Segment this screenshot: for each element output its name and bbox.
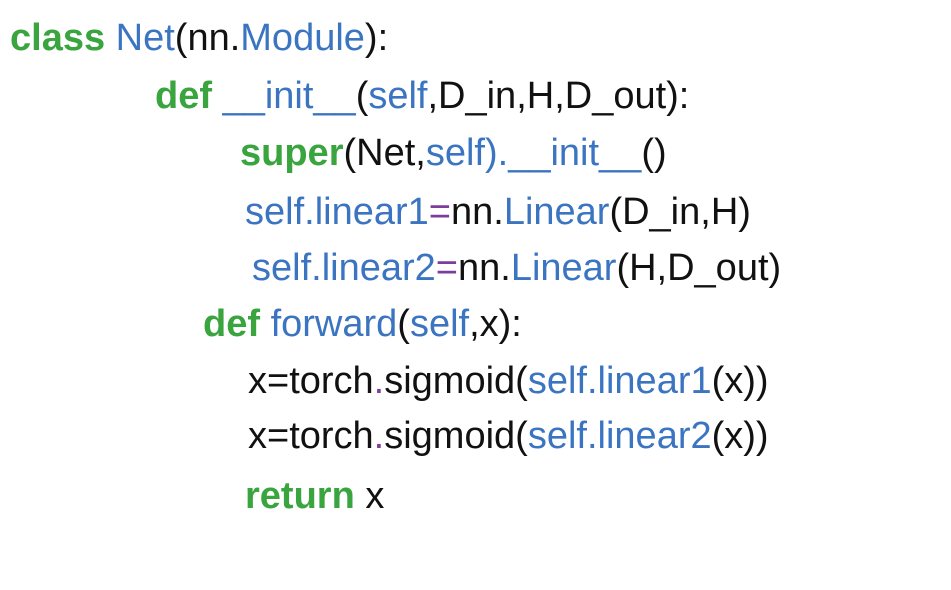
code-token-self-ref: self bbox=[409, 303, 470, 345]
code-token-code-text: sigmoid( bbox=[384, 360, 528, 402]
code-token-class-name: Linear bbox=[503, 191, 610, 233]
code-token-code-text: (D_in,H) bbox=[609, 191, 751, 233]
code-token-keyword: return bbox=[245, 475, 355, 517]
code-token-code-text: (H,D_out) bbox=[616, 247, 782, 289]
code-token-identifier: .linear1 bbox=[304, 191, 429, 233]
code-token-identifier: .linear1 bbox=[586, 360, 712, 402]
code-token-code-text: (x)) bbox=[711, 415, 769, 457]
code-token-code-text: (nn. bbox=[174, 17, 241, 59]
code-token-code-text: sigmoid( bbox=[384, 415, 528, 457]
code-token-class-name: Linear bbox=[510, 247, 617, 289]
code-token-self-ref: self bbox=[527, 415, 587, 457]
code-token-code-text bbox=[260, 303, 271, 345]
code-token-code-text: (x)) bbox=[711, 360, 769, 402]
code-token-identifier: forward bbox=[270, 303, 398, 345]
code-token-identifier: __init__ bbox=[222, 75, 356, 117]
code-token-class-name: Module bbox=[240, 17, 365, 59]
code-token-self-ref: self bbox=[368, 75, 428, 117]
code-line-sigmoid-linear2: x=torch.sigmoid(self.linear2(x)) bbox=[248, 414, 769, 458]
code-token-operator: . bbox=[373, 360, 385, 402]
code-token-identifier: .linear2 bbox=[586, 415, 712, 457]
code-line-linear1-assign: self.linear1=nn.Linear(D_in,H) bbox=[245, 190, 751, 234]
code-line-super-call: super(Net,self).__init__() bbox=[240, 131, 667, 175]
code-token-identifier: ).__init__ bbox=[484, 132, 642, 174]
code-token-code-text: () bbox=[641, 132, 667, 174]
code-token-code-text: ( bbox=[397, 303, 410, 345]
code-token-code-text: ,x): bbox=[469, 303, 522, 345]
code-token-code-text bbox=[105, 17, 116, 59]
code-token-code-text bbox=[212, 75, 223, 117]
code-token-self-ref: self bbox=[425, 132, 485, 174]
code-line-sigmoid-linear1: x=torch.sigmoid(self.linear1(x)) bbox=[248, 359, 769, 403]
code-token-self-ref: self bbox=[252, 247, 312, 289]
code-token-identifier: .linear2 bbox=[311, 247, 436, 289]
code-token-code-text: nn. bbox=[450, 191, 504, 233]
code-token-keyword: def bbox=[203, 303, 260, 345]
code-token-operator: = bbox=[428, 191, 451, 233]
code-token-self-ref: self bbox=[245, 191, 305, 233]
code-token-keyword: super bbox=[240, 132, 344, 174]
code-token-code-text: ): bbox=[364, 17, 389, 59]
code-token-code-text: (Net, bbox=[343, 132, 426, 174]
code-line-return: return x bbox=[245, 474, 384, 518]
code-token-code-text: ,D_in,H,D_out): bbox=[427, 75, 690, 117]
code-snippet: class Net(nn.Module): def __init__(self,… bbox=[0, 0, 951, 590]
code-token-self-ref: self bbox=[527, 360, 587, 402]
code-token-keyword: def bbox=[155, 75, 212, 117]
code-token-operator: = bbox=[435, 247, 458, 289]
code-line-class-def: class Net(nn.Module): bbox=[10, 16, 388, 60]
code-token-operator: . bbox=[373, 415, 385, 457]
code-token-code-text: x=torch bbox=[248, 415, 374, 457]
code-token-code-text: x bbox=[354, 475, 385, 517]
code-token-keyword: class bbox=[10, 17, 106, 59]
code-line-linear2-assign: self.linear2=nn.Linear(H,D_out) bbox=[252, 246, 781, 290]
code-token-code-text: ( bbox=[355, 75, 369, 117]
code-token-code-text: nn. bbox=[457, 247, 511, 289]
code-token-class-name: Net bbox=[115, 17, 175, 59]
code-line-init-def: def __init__(self,D_in,H,D_out): bbox=[155, 74, 689, 118]
code-token-code-text: x=torch bbox=[248, 360, 374, 402]
code-line-forward-def: def forward(self,x): bbox=[203, 302, 522, 346]
